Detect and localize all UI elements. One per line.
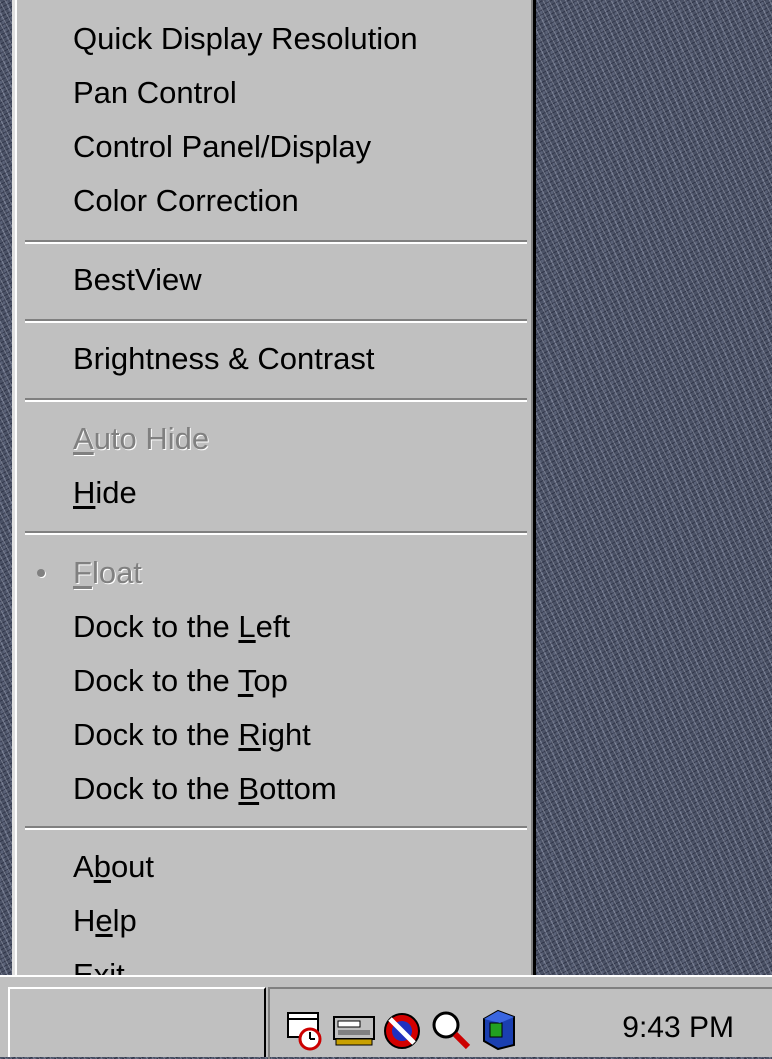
menu-item-label: Dock to the Bottom [73,771,337,806]
menu-item-quick-display-resolution[interactable]: Quick Display Resolution [23,13,523,65]
radio-selected-dot-icon [37,569,45,577]
menu-item-label: Pan Control [73,75,237,110]
menu-item-brightness-contrast[interactable]: Brightness & Contrast [23,333,523,385]
menu-item-dock-top[interactable]: Dock to the Top [23,655,523,707]
menu-item-label: Dock to the Left [73,609,291,644]
menu-item-about[interactable]: About [23,841,523,893]
tray-icons [284,1007,524,1051]
network-cube-icon[interactable] [476,1007,524,1051]
scheduler-icon[interactable] [284,1007,332,1051]
menu-separator [25,531,527,535]
menu-item-control-panel-display[interactable]: Control Panel/Display [23,121,523,173]
menu-separator [25,319,527,323]
menu-item-dock-left[interactable]: Dock to the Left [23,601,523,653]
taskbar-clock[interactable]: 9:43 PM [622,1011,734,1045]
menu-item-float[interactable]: Float [23,547,523,599]
taskbar-window-button[interactable] [8,987,266,1057]
magnifier-icon[interactable] [428,1007,476,1051]
system-tray: 9:43 PM [268,987,772,1059]
menu-item-label: Quick Display Resolution [73,21,418,56]
menu-item-label: Hide [73,475,137,510]
menu-item-help[interactable]: Help [23,895,523,947]
menu-item-label: Auto Hide [73,421,210,456]
menu-item-label: Dock to the Top [73,663,288,698]
menu-item-label: Color Correction [73,183,299,218]
menu-item-auto-hide[interactable]: Auto Hide [23,413,523,465]
menu-item-label: Float [73,555,142,590]
menu-item-hide[interactable]: Hide [23,467,523,519]
menu-item-color-correction[interactable]: Color Correction [23,175,523,227]
menu-separator [25,398,527,402]
menu-item-pan-control[interactable]: Pan Control [23,67,523,119]
menu-item-label: Brightness & Contrast [73,341,375,376]
menu-item-label: Dock to the Right [73,717,311,752]
menu-separator [25,240,527,244]
menu-item-label: Control Panel/Display [73,129,372,164]
menu-item-label: Help [73,903,137,938]
menu-separator [25,826,527,830]
menu-item-label: BestView [73,262,202,297]
menu-item-dock-right[interactable]: Dock to the Right [23,709,523,761]
no-entry-icon[interactable] [380,1007,428,1051]
menu-item-label: About [73,849,155,884]
menu-item-dock-bottom[interactable]: Dock to the Bottom [23,763,523,815]
taskbar: 9:43 PM [0,975,772,1059]
menu-item-bestview[interactable]: BestView [23,254,523,306]
display-card-icon[interactable] [332,1007,380,1051]
context-menu: Quick Display Resolution Pan Control Con… [12,0,536,1008]
